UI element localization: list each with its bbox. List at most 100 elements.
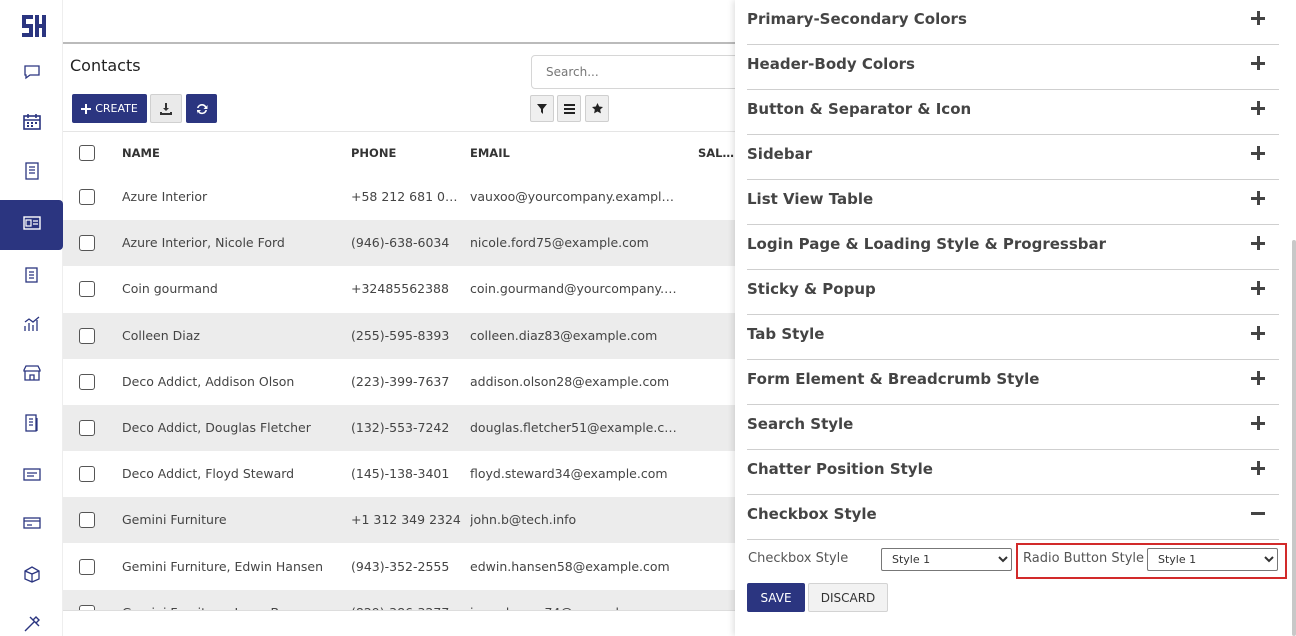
accordion-section[interactable]: Primary-Secondary Colors [747,0,1279,45]
expand-icon[interactable] [1251,281,1265,295]
table-row[interactable]: Gemini Furniture, Edwin Hansen (943)-352-… [63,544,735,590]
favorites-button[interactable] [585,95,609,122]
table-row[interactable]: Azure Interior, Nicole Ford (946)-638-603… [63,220,735,267]
row-checkbox[interactable] [79,558,95,575]
sidebar-item-calendar[interactable] [0,101,63,147]
row-checkbox[interactable] [79,189,95,205]
sidebar-item-survey[interactable] [0,254,63,300]
collapse-icon[interactable] [1251,506,1265,520]
accordion-section[interactable]: Tab Style [747,315,1279,360]
select-all-checkbox[interactable] [79,145,95,161]
expand-icon[interactable] [1251,371,1265,385]
sidebar-item-chart[interactable] [0,303,63,349]
sidebar-item-box[interactable] [0,553,63,599]
contact-phone: (132)-553-7242 [351,420,450,435]
checkbox-style-label: Checkbox Style [748,551,849,566]
table-row[interactable]: Deco Addict, Douglas Fletcher (132)-553-7… [63,405,735,451]
accordion-section[interactable]: Sticky & Popup [747,270,1279,315]
header-salesperson[interactable]: SALESI [698,146,735,160]
discard-button[interactable]: DISCARD [808,583,888,612]
accordion-label: Tab Style [747,325,825,343]
chart-icon [22,314,42,338]
header-phone[interactable]: PHONE [351,146,461,160]
filter-button[interactable] [530,95,554,122]
contact-name: Coin gourmand [122,281,218,297]
row-checkbox[interactable] [79,281,95,298]
accordion-section[interactable]: Search Style [747,405,1279,450]
contact-phone: +58 212 681 0538 [351,189,461,204]
table-row[interactable]: Gemini Furniture, Jesse Brown(829)-386-3… [63,589,735,611]
calendar-icon [22,112,42,136]
checkbox-style-select[interactable]: Style 1 [881,548,1012,571]
accordion-section[interactable]: Form Element & Breadcrumb Style [747,360,1279,405]
table-row[interactable]: Gemini Furniture +1 312 349 2324 john.b@te… [63,497,735,544]
accordion-label: Checkbox Style [747,505,877,523]
header-name[interactable]: NAME [122,146,342,160]
expand-icon[interactable] [1251,326,1265,340]
expand-icon[interactable] [1251,56,1265,70]
row-checkbox[interactable] [79,327,95,344]
accordion-section[interactable]: Sidebar [747,135,1279,180]
contact-phone: (145)-138-3401 [351,466,450,482]
expand-icon[interactable] [1251,11,1265,25]
row-checkbox[interactable] [79,235,95,252]
plus-icon [81,103,92,114]
accordion-section[interactable]: List View Table [747,180,1279,225]
expand-icon[interactable] [1251,101,1265,115]
row-checkbox[interactable] [79,512,95,529]
radio-button-style-select[interactable]: Style 1 [1147,548,1278,571]
sidebar-item-report[interactable] [0,453,63,499]
accordion-label: Login Page & Loading Style & Progressbar [747,235,1107,253]
table-row[interactable]: Deco Addict, Floyd Steward (145)-138-3401… [63,451,735,497]
sidebar-item-card[interactable] [0,502,63,548]
sidebar-item-chat[interactable] [0,51,63,97]
download-icon [160,102,172,115]
expand-icon[interactable] [1251,461,1265,475]
sidebar-item-tools[interactable] [0,603,63,636]
filter-icon [537,103,547,114]
accordion-section[interactable]: Button & Separator & Icon [747,90,1279,135]
accordion-label: Button & Separator & Icon [747,100,972,118]
accordion-label: Sticky & Popup [747,280,876,298]
contact-email: john.b@tech.info [470,512,577,528]
expand-icon[interactable] [1251,236,1265,250]
row-checkbox[interactable] [79,466,95,483]
create-button[interactable]: CREATE [72,94,147,123]
contact-phone: (223)-399-7637 [351,373,450,389]
row-checkbox[interactable] [79,373,95,390]
download-button[interactable] [150,94,182,123]
accordion-section[interactable]: Login Page & Loading Style & Progressbar [747,225,1279,270]
row-checkbox[interactable] [79,420,95,436]
refresh-button[interactable] [186,94,217,123]
contact-name: Deco Addict, Douglas Fletcher [122,420,311,435]
tools-icon [22,614,42,636]
table-row[interactable]: Colleen Diaz (255)-595-8393 colleen.diaz83… [63,312,735,359]
table-row[interactable]: Azure Interior +58 212 681 0538 vauxoo@you… [63,174,735,220]
sidebar-item-document[interactable] [0,150,63,196]
accordion-section[interactable]: Chatter Position Style [747,450,1279,495]
contact-name: Gemini Furniture [122,512,227,528]
panel-scrollbar[interactable] [1292,240,1296,636]
header-email[interactable]: EMAIL [470,146,680,160]
accordion-section[interactable]: Header-Body Colors [747,45,1279,90]
app-logo[interactable] [20,12,48,40]
sidebar-item-invoice[interactable] [0,402,63,448]
survey-icon [22,265,42,289]
invoice-icon [22,413,42,437]
sidebar-item-contacts[interactable] [0,200,63,250]
expand-icon[interactable] [1251,191,1265,205]
sidebar-item-store[interactable] [0,352,63,398]
search-input[interactable] [531,55,741,89]
save-button[interactable]: SAVE [747,583,805,612]
expand-icon[interactable] [1251,416,1265,430]
expand-icon[interactable] [1251,146,1265,160]
accordion-section[interactable]: Checkbox Style [747,495,1279,540]
star-icon [591,103,603,114]
table-row[interactable]: Deco Addict, Addison Olson (223)-399-7637… [63,359,735,405]
group-by-button[interactable] [557,95,581,122]
table-row[interactable]: Coin gourmand +32485562388 coin.gourmand@y… [63,266,735,312]
contact-name: Azure Interior [122,189,208,204]
top-navbar [63,0,735,44]
page-title: Contacts [70,56,141,75]
contact-phone: (255)-595-8393 [351,327,450,343]
